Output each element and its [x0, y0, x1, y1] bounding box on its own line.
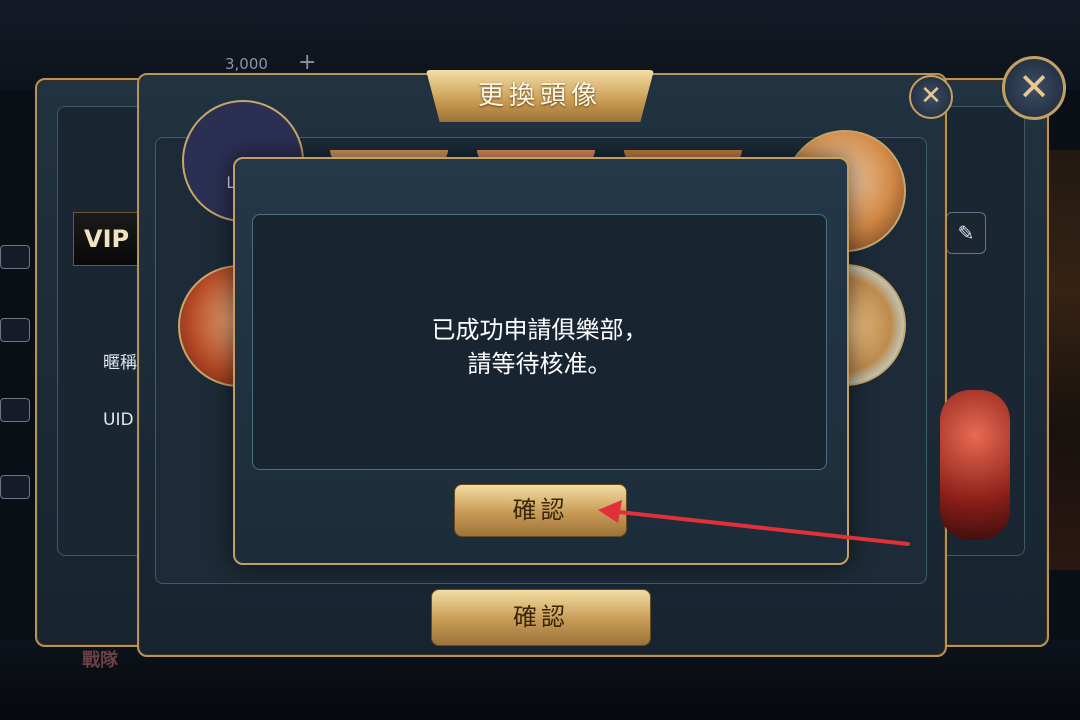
arrow-head — [598, 500, 622, 523]
arrow-shaft — [608, 509, 910, 546]
annotation-arrow — [598, 500, 910, 546]
